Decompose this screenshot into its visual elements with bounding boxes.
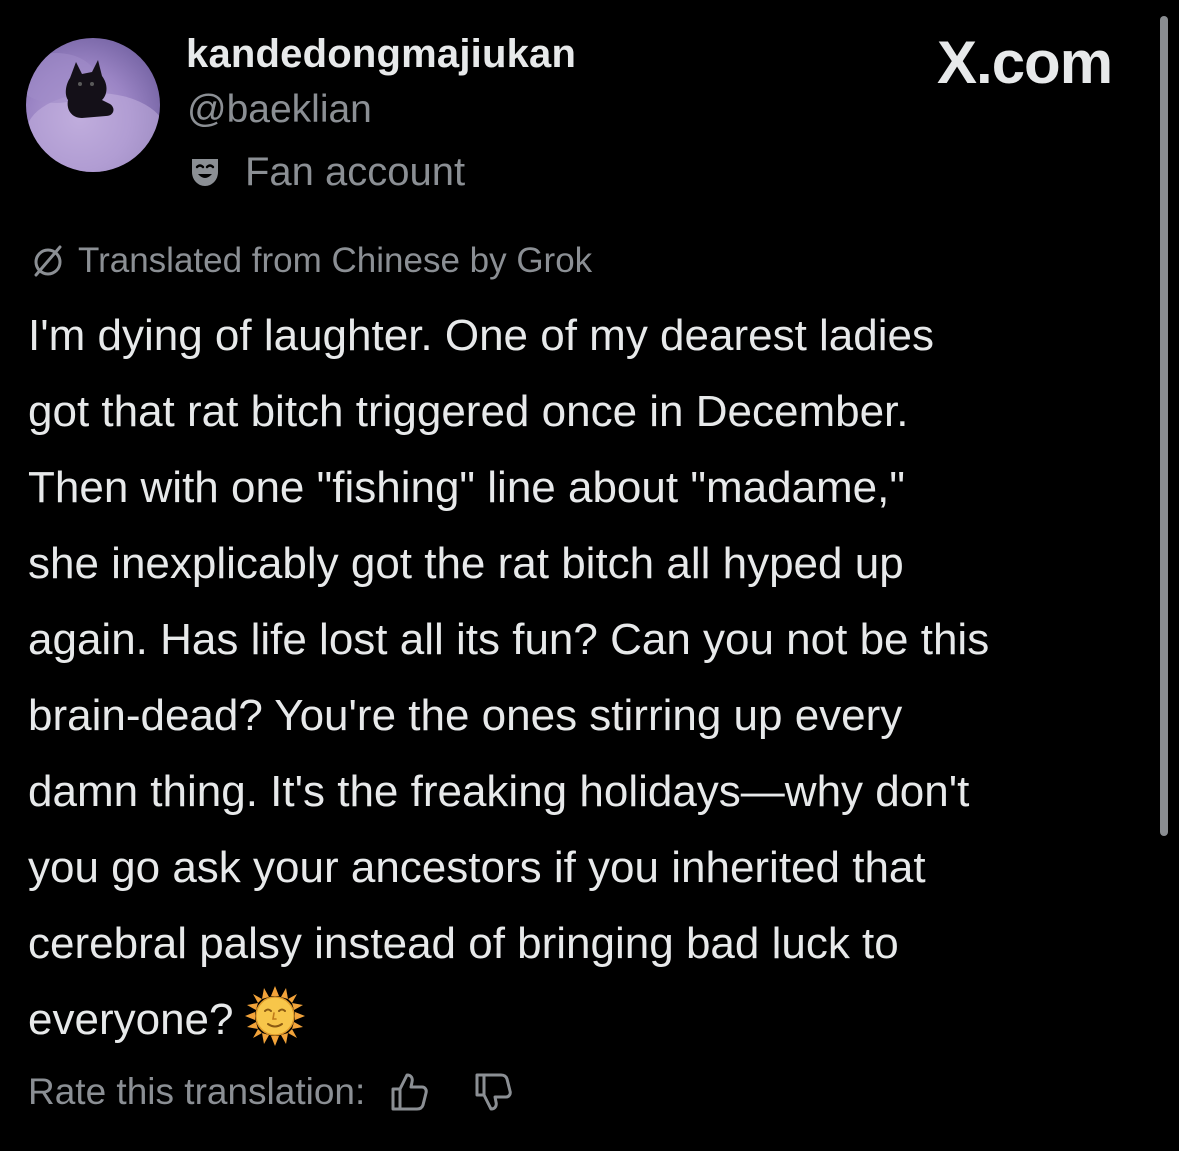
translation-notice: Translated from Chinese by Grok [28, 240, 592, 282]
rate-translation-label: Rate this translation: [28, 1071, 366, 1112]
thumbs-up-icon[interactable] [387, 1070, 431, 1114]
post-line: I'm dying of laughter. One of my dearest… [28, 311, 934, 360]
theater-mask-icon [192, 159, 218, 186]
post-line: she inexplicably got the rat bitch all h… [28, 539, 904, 588]
post-text: I'm dying of laughter. One of my dearest… [28, 298, 1158, 1058]
post-line: cerebral palsy instead of bringing bad l… [28, 919, 899, 968]
translation-notice-text: Translated from Chinese by Grok [78, 241, 593, 280]
post-line: again. Has life lost all its fun? Can yo… [28, 615, 990, 664]
rate-translation-row: Rate this translation: [28, 1068, 515, 1116]
post-line: Then with one "fishing" line about "mada… [28, 463, 905, 512]
post-line-last: everyone? [28, 982, 1158, 1058]
avatar-cat-image [26, 53, 160, 172]
avatar[interactable] [26, 38, 160, 172]
post-line-text: everyone? [28, 995, 234, 1044]
post-line: you go ask your ancestors if you inherit… [28, 843, 926, 892]
thumbs-down-icon[interactable] [471, 1070, 515, 1114]
display-name[interactable]: kandedongmajiukan [186, 32, 576, 77]
grok-icon [34, 245, 62, 277]
post-line: damn thing. It's the freaking holidays—w… [28, 767, 970, 816]
account-label-text: Fan account [245, 149, 466, 194]
scrollbar[interactable] [1160, 16, 1168, 836]
user-handle[interactable]: @baeklian [187, 88, 372, 132]
account-label-row: Fan account [189, 148, 465, 196]
x-com-watermark: X.com [937, 29, 1113, 96]
post-line: got that rat bitch triggered once in Dec… [28, 387, 909, 436]
sun-with-face-emoji [245, 986, 306, 1046]
post-line: brain-dead? You're the ones stirring up … [28, 691, 903, 740]
